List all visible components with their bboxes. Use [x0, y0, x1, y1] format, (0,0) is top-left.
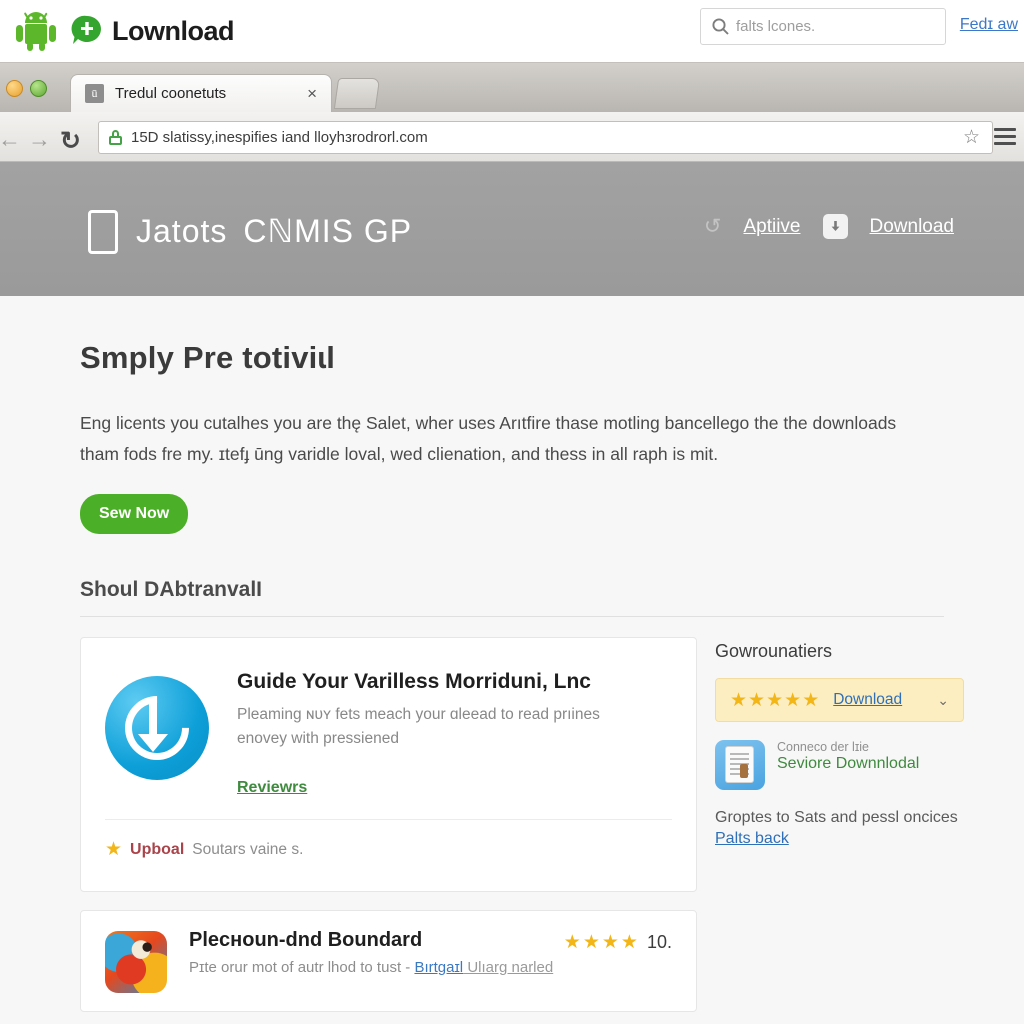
star-icon: ★ [784, 689, 802, 711]
site-header: Jatots CℕMIS GP ↺ Aptiive Download [0, 162, 1024, 296]
hero-paragraph: Eng licents you cutalhes you are thę Sal… [80, 413, 897, 464]
app-card-title: Guide Your Varilless Morriduni, Lnc [237, 670, 591, 693]
tab-close-icon[interactable]: × [307, 84, 317, 104]
site-nav: ↺ Aptiive Download [704, 214, 954, 239]
sidebar-stars: ★ ★ ★ ★ ★ [730, 689, 819, 712]
forward-button[interactable]: → [28, 126, 51, 153]
app-card-footer: ★ Upboal Soutars vaine s. [105, 819, 672, 861]
site-logo-word-1: Jatots [136, 213, 228, 249]
page-content: Smply Pre totiviɩl Eng licents you cutal… [0, 340, 1024, 1024]
upboal-label: Upboal [130, 840, 185, 858]
main-column: Guide Your Varilless Morriduni, Lnc Plea… [80, 637, 697, 1024]
app-card[interactable]: Guide Your Varilless Morriduni, Lnc Plea… [80, 637, 697, 892]
top-site-bar: Lownload Fedɪ aw [0, 0, 1024, 62]
chevron-down-icon[interactable]: ⌄ [937, 692, 949, 709]
app-card[interactable]: Plecʜoun-dnd Boundard Pɪte orur mot of a… [80, 910, 697, 1012]
download-bubble-icon [70, 14, 104, 48]
rating-number: 10. [646, 932, 672, 952]
star-icon: ★ [620, 932, 638, 953]
nav-item-download[interactable]: Download [870, 216, 955, 238]
site-logo-word-2: CℕMIS GP [243, 213, 413, 249]
sidebar-rating-box[interactable]: ★ ★ ★ ★ ★ Download ⌄ [715, 678, 964, 722]
sidebar-entry[interactable]: Conneco der lɪie Seviore Downnlodal [715, 740, 964, 790]
subtitle-link[interactable]: Bırtgaɪl [414, 959, 463, 976]
blue-download-circle-icon [105, 676, 209, 780]
subtitle-link-2[interactable]: Ulıarg narled [463, 959, 553, 976]
star-icon: ★ [766, 689, 784, 711]
padlock-icon [109, 130, 122, 145]
app-card-subtitle: Pɪte orur mot of autr lhod to tust - Bır… [189, 959, 564, 976]
sidebar-heading: Gowrounatiers [715, 641, 833, 661]
window-minimize-button[interactable] [6, 80, 23, 97]
brand-title: Lownload [112, 15, 234, 46]
back-button[interactable]: ← [0, 126, 21, 153]
hamburger-menu-icon[interactable] [994, 128, 1016, 149]
parrot-app-icon [105, 931, 167, 993]
star-icon: ★ [105, 839, 123, 860]
sidebar-entry-title[interactable]: Seviore Downnlodal [777, 755, 919, 773]
upboal-text: Soutars vaine s. [192, 840, 304, 858]
star-icon: ★ [601, 932, 619, 953]
window-maximize-button[interactable] [30, 80, 47, 97]
swoosh-icon[interactable]: ↺ [704, 214, 722, 239]
app-card-description: Pleaming ɴᴜʏ fets meach your ɑleead to r… [237, 706, 600, 747]
app-card-title: Plecʜoun-dnd Boundard [189, 929, 423, 951]
tab-favicon-icon: ū [85, 84, 104, 103]
search-box[interactable] [700, 8, 946, 45]
star-icon: ★ [563, 932, 581, 953]
rating: ★ ★ ★ ★ 10. [564, 931, 672, 954]
sidebar-entry-caption: Conneco der lɪie [777, 740, 870, 754]
page-viewport: Jatots CℕMIS GP ↺ Aptiive Download Smply … [0, 162, 1024, 1024]
address-bar[interactable]: 15D slatissy,inespifies iand lloyhзrodro… [98, 121, 993, 154]
tab-title: Tredul coonetuts [115, 85, 227, 102]
section-heading: Shoul DAbtranvalI [80, 578, 944, 617]
android-robot-icon [12, 11, 60, 51]
sew-now-button[interactable]: Sew Now [80, 494, 189, 534]
star-icon: ★ [582, 932, 600, 953]
subtitle-text: Pɪte orur mot of autr lhod to tust - [189, 959, 415, 976]
url-text: 15D slatissy,inespifies iand lloyhзrodro… [131, 129, 428, 146]
download-box-icon[interactable] [822, 214, 848, 239]
new-tab-button[interactable] [333, 78, 381, 109]
star-icon: ★ [730, 689, 748, 711]
sidebar-entry-text: Conneco der lɪie Seviore Downnlodal [777, 740, 919, 790]
bookmark-star-icon[interactable]: ☆ [963, 126, 980, 149]
sidebar-download-link[interactable]: Download [833, 691, 902, 709]
nav-item-aptiive[interactable]: Aptiive [743, 216, 800, 238]
reload-button[interactable]: ↻ [60, 126, 81, 156]
reviews-link[interactable]: Reviewrs [237, 779, 307, 797]
search-input[interactable] [736, 18, 926, 35]
sidebar-back-link[interactable]: Palts back [715, 830, 789, 847]
sidebar: Gowrounatiers ★ ★ ★ ★ ★ Download ⌄ Conne… [715, 637, 964, 1024]
site-logo-text: Jatots CℕMIS GP [136, 212, 412, 250]
search-icon [712, 18, 729, 35]
star-icon: ★ [802, 689, 820, 711]
star-icon: ★ [748, 689, 766, 711]
blue-document-icon [715, 740, 765, 790]
sidebar-description: Groptes to Sats and pessl oncices [715, 809, 958, 826]
page-title: Smply Pre totiviɩl [80, 340, 336, 375]
two-column-layout: Guide Your Varilless Morriduni, Lnc Plea… [80, 637, 964, 1024]
feedback-link[interactable]: Fedɪ aw [960, 16, 1018, 34]
app-card-body: Plecʜoun-dnd Boundard Pɪte orur mot of a… [189, 929, 564, 976]
browser-tab[interactable]: ū Tredul coonetuts × [70, 74, 332, 112]
tablet-outline-icon [88, 210, 118, 254]
